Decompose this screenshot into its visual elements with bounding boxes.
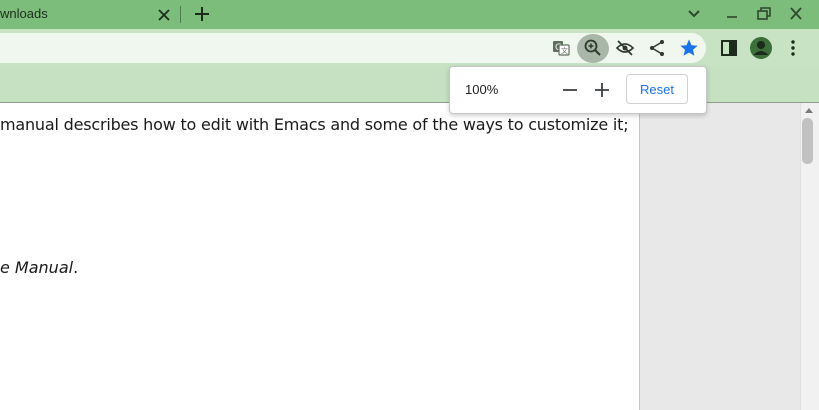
page-content bbox=[0, 103, 640, 410]
minimize-icon[interactable] bbox=[723, 6, 741, 22]
zoom-in-icon[interactable] bbox=[583, 38, 603, 58]
avatar-icon[interactable] bbox=[750, 37, 772, 59]
zoom-out-button[interactable] bbox=[560, 80, 580, 100]
tab-divider bbox=[180, 6, 181, 23]
document-text-line: manual describes how to edit with Emacs … bbox=[0, 115, 629, 134]
side-panel bbox=[640, 103, 800, 410]
chevron-down-icon[interactable] bbox=[685, 6, 703, 22]
share-icon[interactable] bbox=[647, 38, 667, 58]
side-panel-icon[interactable] bbox=[719, 38, 739, 58]
manual-title: e Manual bbox=[0, 258, 74, 277]
plus-icon[interactable] bbox=[192, 4, 212, 24]
tab-downloads[interactable]: wnloads bbox=[0, 0, 180, 29]
eye-off-icon[interactable] bbox=[615, 38, 635, 58]
more-vert-icon[interactable] bbox=[783, 38, 803, 58]
zoom-in-button[interactable] bbox=[592, 80, 612, 100]
svg-text:文: 文 bbox=[561, 46, 568, 55]
scroll-up-arrow-icon[interactable] bbox=[804, 106, 814, 114]
star-icon[interactable] bbox=[679, 38, 699, 58]
translate-icon[interactable]: G 文 bbox=[551, 38, 571, 58]
close-icon[interactable] bbox=[156, 7, 172, 23]
scrollbar-thumb[interactable] bbox=[802, 118, 813, 164]
sentence-end: . bbox=[73, 258, 79, 277]
zoom-level: 100% bbox=[465, 82, 499, 97]
restore-icon[interactable] bbox=[755, 6, 773, 22]
close-icon[interactable] bbox=[787, 6, 805, 22]
reset-zoom-button[interactable]: Reset bbox=[626, 74, 688, 104]
zoom-popup: 100% Reset bbox=[449, 66, 707, 114]
document-text-line-2: e Manual. bbox=[0, 258, 78, 277]
tab-title: wnloads bbox=[0, 6, 48, 21]
